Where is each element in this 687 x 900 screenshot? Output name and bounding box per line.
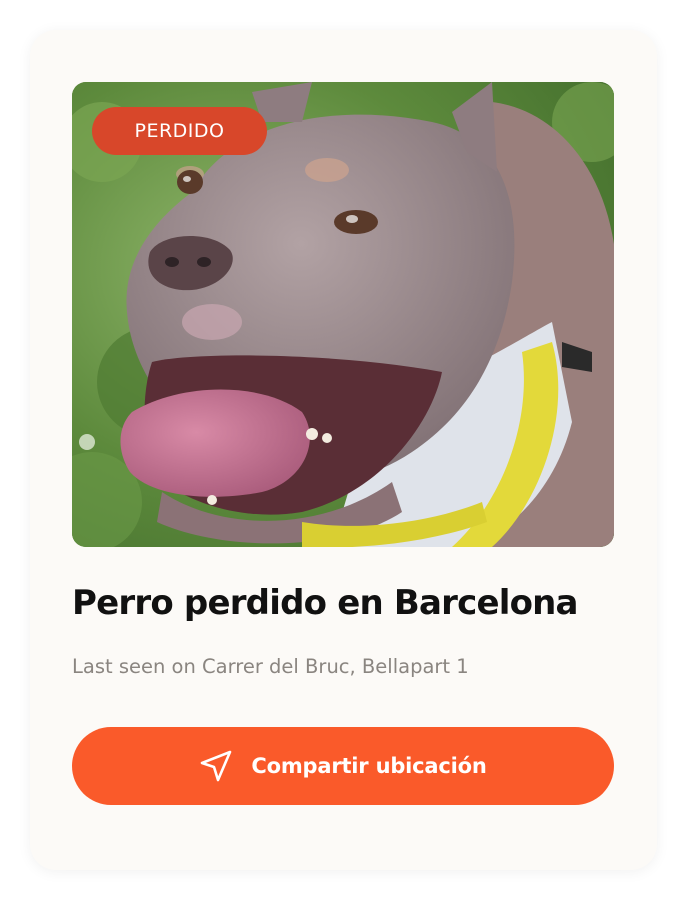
send-location-icon (199, 749, 233, 783)
card-title: Perro perdido en Barcelona (72, 583, 579, 623)
dog-photo: PERDIDO (72, 82, 614, 547)
share-location-button[interactable]: Compartir ubicación (72, 727, 614, 805)
share-location-label: Compartir ubicación (251, 754, 487, 778)
lost-pet-card: PERDIDO Perro perdido en Barcelona Last … (30, 30, 657, 870)
lost-status-badge: PERDIDO (92, 107, 267, 155)
last-seen-location: Last seen on Carrer del Bruc, Bellapart … (72, 655, 469, 678)
